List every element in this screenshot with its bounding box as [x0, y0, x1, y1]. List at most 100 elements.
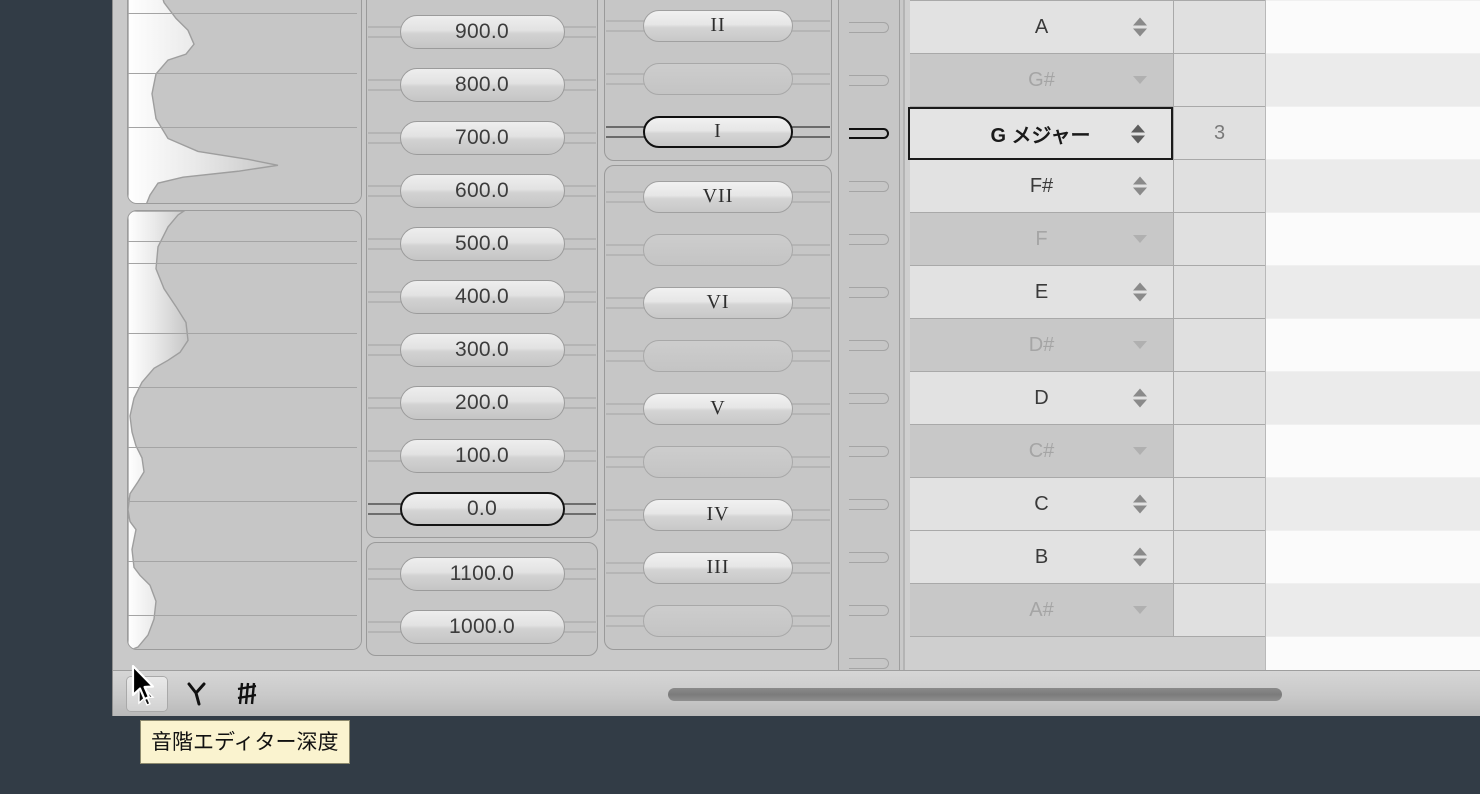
stepper-arrows-icon[interactable] [1133, 494, 1147, 514]
degree-value[interactable]: V [643, 392, 793, 425]
envelope-group[interactable] [127, 0, 362, 204]
grid-row[interactable] [1266, 160, 1480, 213]
grid-row[interactable] [1266, 54, 1480, 107]
stepper-arrows-icon[interactable] [1133, 388, 1147, 408]
degree-slot-empty[interactable] [643, 233, 793, 266]
stepper-arrows-icon[interactable] [1133, 176, 1147, 196]
stepper-arrows-icon[interactable] [1133, 17, 1147, 37]
grid-row[interactable] [1266, 266, 1480, 319]
cents-value[interactable]: 1100.0 [399, 556, 565, 591]
sharps-button[interactable] [227, 677, 267, 711]
degree-row[interactable] [605, 223, 831, 276]
degree-value[interactable]: I [643, 115, 793, 148]
chevron-down-icon[interactable] [1133, 447, 1147, 455]
cents-row[interactable]: 1000.0 [367, 600, 597, 653]
envelope-display-column[interactable] [127, 0, 362, 670]
degree-slot-empty[interactable] [643, 62, 793, 95]
degree-row[interactable]: VII [605, 170, 831, 223]
grid-row[interactable] [1266, 637, 1480, 670]
degree-slot-empty[interactable] [643, 339, 793, 372]
cents-row[interactable]: 400.0 [367, 270, 597, 323]
note-row-selected[interactable]: G メジャー [908, 107, 1173, 160]
degree-row[interactable]: II [605, 0, 831, 52]
cents-row[interactable]: 1100.0 [367, 547, 597, 600]
degree-row[interactable] [605, 594, 831, 647]
degree-value[interactable]: VI [643, 286, 793, 319]
note-row[interactable]: D# [910, 319, 1173, 372]
select-arrow-button[interactable] [127, 676, 167, 711]
grid-row[interactable] [1266, 478, 1480, 531]
chevron-down-icon[interactable] [1133, 341, 1147, 349]
cents-row[interactable]: 0.0 [367, 482, 597, 535]
chevron-down-icon[interactable] [1133, 606, 1147, 614]
note-count-cell [1173, 160, 1265, 213]
caret-up-icon [1133, 494, 1147, 503]
note-row[interactable]: D [910, 372, 1173, 425]
note-row[interactable]: E [910, 266, 1173, 319]
grid-row[interactable] [1266, 584, 1480, 637]
grid-row[interactable] [1266, 107, 1480, 160]
grid-row[interactable] [1266, 319, 1480, 372]
degree-slot-empty[interactable] [643, 604, 793, 637]
cents-value[interactable]: 900.0 [399, 14, 565, 49]
grid-row[interactable] [1266, 372, 1480, 425]
cents-row[interactable]: 200.0 [367, 376, 597, 429]
grid-row[interactable] [1266, 213, 1480, 266]
cents-row[interactable]: 100.0 [367, 429, 597, 482]
degree-row[interactable]: IV [605, 488, 831, 541]
note-row[interactable]: A [910, 1, 1173, 54]
cents-row[interactable]: 300.0 [367, 323, 597, 376]
cents-row[interactable]: 700.0 [367, 111, 597, 164]
degree-row[interactable]: III [605, 541, 831, 594]
note-row[interactable]: F# [910, 160, 1173, 213]
cents-row[interactable]: 500.0 [367, 217, 597, 270]
cents-value[interactable]: 1000.0 [399, 609, 565, 644]
note-row[interactable]: C# [910, 425, 1173, 478]
scale-degree-column[interactable]: II I VII VI V IV III [604, 0, 832, 670]
cents-value[interactable]: 400.0 [399, 279, 565, 314]
chevron-down-icon[interactable] [1133, 76, 1147, 84]
stepper-arrows-icon[interactable] [1131, 124, 1145, 143]
stepper-arrows-icon[interactable] [1133, 282, 1147, 302]
cents-row[interactable]: 600.0 [367, 164, 597, 217]
envelope-group[interactable] [127, 210, 362, 650]
cents-value[interactable]: 0.0 [399, 491, 565, 526]
note-row[interactable]: C [910, 478, 1173, 531]
cents-row[interactable]: 900.0 [367, 5, 597, 58]
cents-value[interactable]: 600.0 [399, 173, 565, 208]
degree-row[interactable]: I [605, 105, 831, 158]
degree-row[interactable] [605, 329, 831, 382]
degree-value[interactable]: IV [643, 498, 793, 531]
grid-row[interactable] [1266, 531, 1480, 584]
cents-column[interactable]: 1000.0 900.0 800.0 700.0 600.0 500.0 400.0 300.… [366, 0, 598, 670]
horizontal-scrollbar[interactable] [668, 686, 1282, 702]
stepper-arrows-icon[interactable] [1133, 547, 1147, 567]
degree-value[interactable]: III [643, 551, 793, 584]
scrollbar-thumb[interactable] [668, 687, 1282, 701]
degree-value[interactable]: VII [643, 180, 793, 213]
note-row[interactable]: B [910, 531, 1173, 584]
degree-row[interactable] [605, 52, 831, 105]
degree-row[interactable]: V [605, 382, 831, 435]
cents-row[interactable]: 800.0 [367, 58, 597, 111]
screen-root: 1000.0 900.0 800.0 700.0 600.0 500.0 400.0 300.… [0, 0, 1480, 794]
chevron-down-icon[interactable] [1133, 235, 1147, 243]
piano-roll-grid[interactable] [1265, 0, 1480, 670]
degree-value[interactable]: II [643, 9, 793, 42]
cents-value[interactable]: 300.0 [399, 332, 565, 367]
note-name-column[interactable]: A#AG#G メジャーF#FED#DC#CBA# [903, 0, 1173, 670]
cents-value[interactable]: 800.0 [399, 67, 565, 102]
cents-value[interactable]: 500.0 [399, 226, 565, 261]
cents-value[interactable]: 700.0 [399, 120, 565, 155]
grid-row[interactable] [1266, 425, 1480, 478]
grid-row[interactable] [1266, 1, 1480, 54]
tuning-fork-button[interactable] [177, 677, 217, 711]
degree-row[interactable]: VI [605, 276, 831, 329]
note-row[interactable]: A# [910, 584, 1173, 637]
cents-value[interactable]: 200.0 [399, 385, 565, 420]
cents-value[interactable]: 100.0 [399, 438, 565, 473]
degree-slot-empty[interactable] [643, 445, 793, 478]
degree-row[interactable] [605, 435, 831, 488]
note-row[interactable]: G# [910, 54, 1173, 107]
note-row[interactable]: F [910, 213, 1173, 266]
